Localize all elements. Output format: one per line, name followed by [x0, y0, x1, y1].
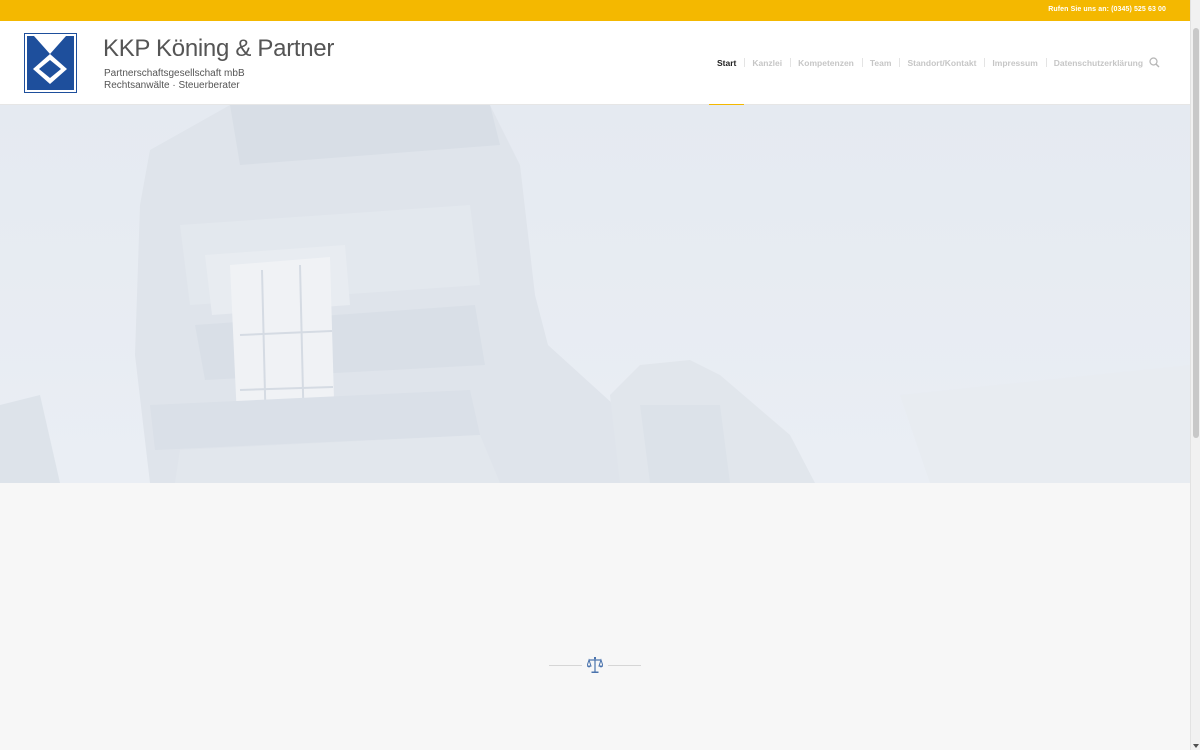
- nav-item-kanzlei[interactable]: Kanzlei: [744, 21, 790, 105]
- scrollbar-thumb[interactable]: [1193, 28, 1199, 438]
- logo-mark-icon: [24, 33, 77, 93]
- hero-banner: [0, 105, 1190, 483]
- logo-subtitle-2: Rechtsanwälte · Steuerberater: [104, 80, 240, 91]
- nav-item-standort-kontakt[interactable]: Standort/Kontakt: [899, 21, 984, 105]
- main-content: [0, 483, 1190, 750]
- logo-subtitle-1: Partnerschaftsgesellschaft mbB: [104, 68, 245, 79]
- nav-item-datenschutz[interactable]: Datenschutzerklärung: [1045, 21, 1151, 105]
- nav-item-impressum[interactable]: Impressum: [984, 21, 1045, 105]
- hero-building-image: [0, 105, 1190, 483]
- scroll-down-arrow-icon[interactable]: [1193, 744, 1199, 748]
- divider-line-left: [549, 665, 582, 666]
- page-scrollbar[interactable]: [1190, 0, 1200, 750]
- nav-item-start[interactable]: Start: [709, 21, 745, 106]
- divider-line-right: [608, 665, 641, 666]
- site-header: KKP Köning & Partner Partnerschaftsgesel…: [0, 21, 1190, 106]
- top-bar: Rufen Sie uns an: (0345) 525 63 00: [0, 0, 1190, 21]
- main-nav: Start Kanzlei Kompetenzen Team Standort/…: [709, 21, 1151, 106]
- site-logo[interactable]: KKP Köning & Partner Partnerschaftsgesel…: [24, 33, 334, 95]
- nav-item-kompetenzen[interactable]: Kompetenzen: [790, 21, 862, 105]
- nav-item-team[interactable]: Team: [861, 21, 900, 105]
- search-icon[interactable]: [1148, 56, 1162, 70]
- phone-number[interactable]: Rufen Sie uns an: (0345) 525 63 00: [1048, 6, 1166, 13]
- scale-icon: [587, 657, 603, 673]
- section-divider: [549, 656, 641, 676]
- logo-title: KKP Köning & Partner: [103, 35, 335, 62]
